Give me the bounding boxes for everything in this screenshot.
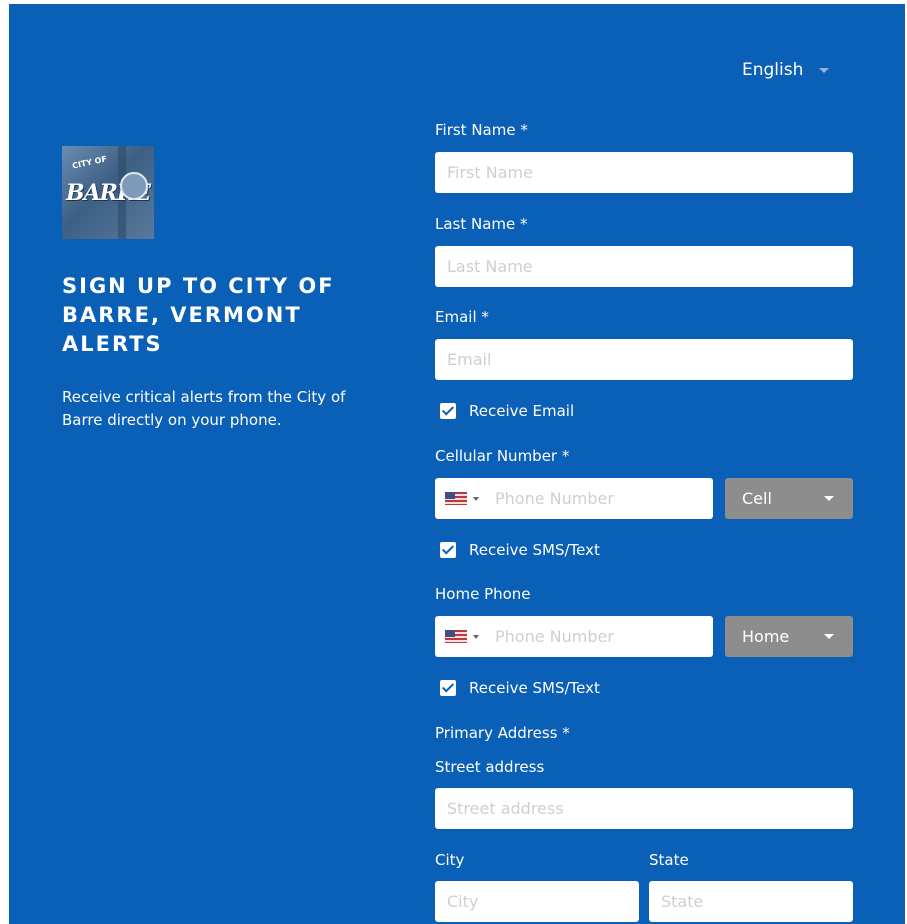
us-flag-icon[interactable]: [445, 492, 467, 505]
cell-sms-label: Receive SMS/Text: [469, 541, 600, 559]
chevron-down-icon: [824, 634, 834, 639]
page-title: SIGN UP TO CITY OF BARRE, VERMONT ALERTS: [62, 274, 335, 356]
receive-email-label: Receive Email: [469, 402, 575, 420]
checkbox-checked-icon: [440, 542, 456, 558]
email-label: Email *: [435, 308, 489, 326]
country-caret-icon[interactable]: [473, 634, 479, 639]
checkbox-checked-icon: [440, 680, 456, 696]
home-sms-checkbox[interactable]: Receive SMS/Text: [440, 679, 600, 697]
country-caret-icon[interactable]: [473, 496, 479, 501]
home-phone-label: Home Phone: [435, 585, 531, 603]
street-address-input[interactable]: [435, 788, 853, 829]
cellular-type-select[interactable]: Cell: [725, 478, 853, 519]
receive-email-checkbox[interactable]: Receive Email: [440, 402, 574, 420]
cellular-number-label: Cellular Number *: [435, 447, 570, 465]
us-flag-icon[interactable]: [445, 630, 467, 643]
home-phone-input[interactable]: [493, 626, 697, 647]
home-type-value: Home: [742, 627, 790, 646]
language-selector[interactable]: English: [742, 60, 830, 80]
home-phone-field: [435, 616, 713, 657]
page-description: Receive critical alerts from the City of…: [62, 388, 346, 429]
cell-sms-checkbox[interactable]: Receive SMS/Text: [440, 541, 600, 559]
city-input[interactable]: [435, 881, 639, 922]
city-logo: CITY OF BARRE: [62, 146, 154, 239]
first-name-label: First Name *: [435, 121, 528, 139]
first-name-input[interactable]: [435, 152, 853, 193]
email-input[interactable]: [435, 339, 853, 380]
home-type-select[interactable]: Home: [725, 616, 853, 657]
cellular-number-input[interactable]: [493, 488, 697, 509]
signup-panel: English CITY OF BARRE SIGN UP TO CITY OF…: [9, 4, 905, 924]
language-label: English: [742, 60, 804, 80]
state-label: State: [649, 851, 689, 869]
cellular-phone-field: [435, 478, 713, 519]
checkbox-checked-icon: [440, 403, 456, 419]
city-label: City: [435, 851, 465, 869]
last-name-label: Last Name *: [435, 215, 528, 233]
state-input[interactable]: [649, 881, 853, 922]
street-address-label: Street address: [435, 758, 545, 776]
logo-small-text: CITY OF: [71, 154, 108, 171]
primary-address-label: Primary Address *: [435, 724, 570, 742]
chevron-down-icon: [819, 67, 830, 73]
cellular-type-value: Cell: [742, 489, 772, 508]
home-sms-label: Receive SMS/Text: [469, 679, 600, 697]
last-name-input[interactable]: [435, 246, 853, 287]
seal-icon: [120, 172, 148, 200]
chevron-down-icon: [824, 496, 834, 501]
